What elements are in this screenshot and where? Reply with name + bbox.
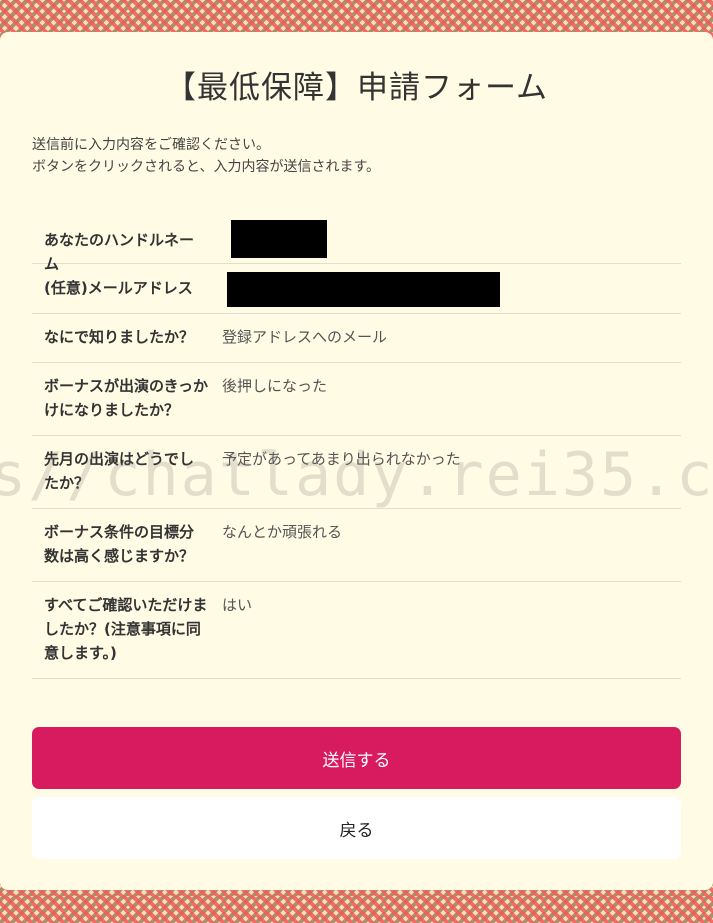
table-row: ボーナスが出演のきっかけになりましたか？ 後押しになった bbox=[32, 363, 681, 436]
page: { "form": { "title": "【最低保障】申請フォーム", "in… bbox=[0, 0, 713, 923]
intro-line-1: 送信前に入力内容をご確認ください。 bbox=[32, 137, 270, 153]
table-row: (任意)メールアドレス bbox=[32, 264, 681, 314]
redaction-box bbox=[227, 272, 500, 307]
row-label-target-minutes: ボーナス条件の目標分数は高く感じますか？ bbox=[44, 523, 195, 565]
row-label-last-month: 先月の出演はどうでしたか？ bbox=[44, 450, 195, 492]
row-value-last-month: 予定があってあまり出られなかった bbox=[222, 450, 461, 468]
table-row: ボーナス条件の目標分数は高く感じますか？ なんとか頑張れる bbox=[32, 509, 681, 582]
confirm-table: あなたのハンドルネーム (任意)メールアドレス なにで知りましたか？ 登録アドレ… bbox=[32, 214, 681, 679]
table-row: なにで知りましたか？ 登録アドレスへのメール bbox=[32, 314, 681, 363]
row-value-handle-name bbox=[208, 214, 681, 263]
form-panel: 【最低保障】申請フォーム 送信前に入力内容をご確認ください。 ボタンをクリックさ… bbox=[0, 32, 713, 890]
back-button[interactable]: 戻る bbox=[32, 797, 681, 859]
intro-line-2: ボタンをクリックされると、入力内容が送信されます。 bbox=[32, 159, 381, 175]
row-label-handle-name: あなたのハンドルネーム bbox=[44, 231, 195, 273]
row-value-source: 登録アドレスへのメール bbox=[222, 328, 388, 346]
table-row: すべてご確認いただけましたか？(注意事項に同意します。) はい bbox=[32, 582, 681, 679]
page-title: 【最低保障】申請フォーム bbox=[164, 70, 549, 106]
row-label-bonus-trigger: ボーナスが出演のきっかけになりましたか？ bbox=[44, 377, 208, 419]
submit-button[interactable]: 送信する bbox=[32, 727, 681, 789]
intro-text: 送信前に入力内容をご確認ください。 ボタンをクリックされると、入力内容が送信され… bbox=[32, 134, 380, 178]
row-label-email: (任意)メールアドレス bbox=[44, 279, 193, 297]
row-value-agreement: はい bbox=[222, 596, 253, 614]
row-value-target-minutes: なんとか頑張れる bbox=[222, 523, 343, 541]
row-value-bonus-trigger: 後押しになった bbox=[222, 377, 328, 395]
row-value-email bbox=[208, 264, 681, 313]
table-row: あなたのハンドルネーム bbox=[32, 214, 681, 273]
table-row: 先月の出演はどうでしたか？ 予定があってあまり出られなかった bbox=[32, 436, 681, 509]
row-label-agreement: すべてご確認いただけましたか？(注意事項に同意します。) bbox=[44, 596, 208, 662]
redaction-box bbox=[231, 220, 327, 258]
row-label-source: なにで知りましたか？ bbox=[44, 328, 195, 346]
